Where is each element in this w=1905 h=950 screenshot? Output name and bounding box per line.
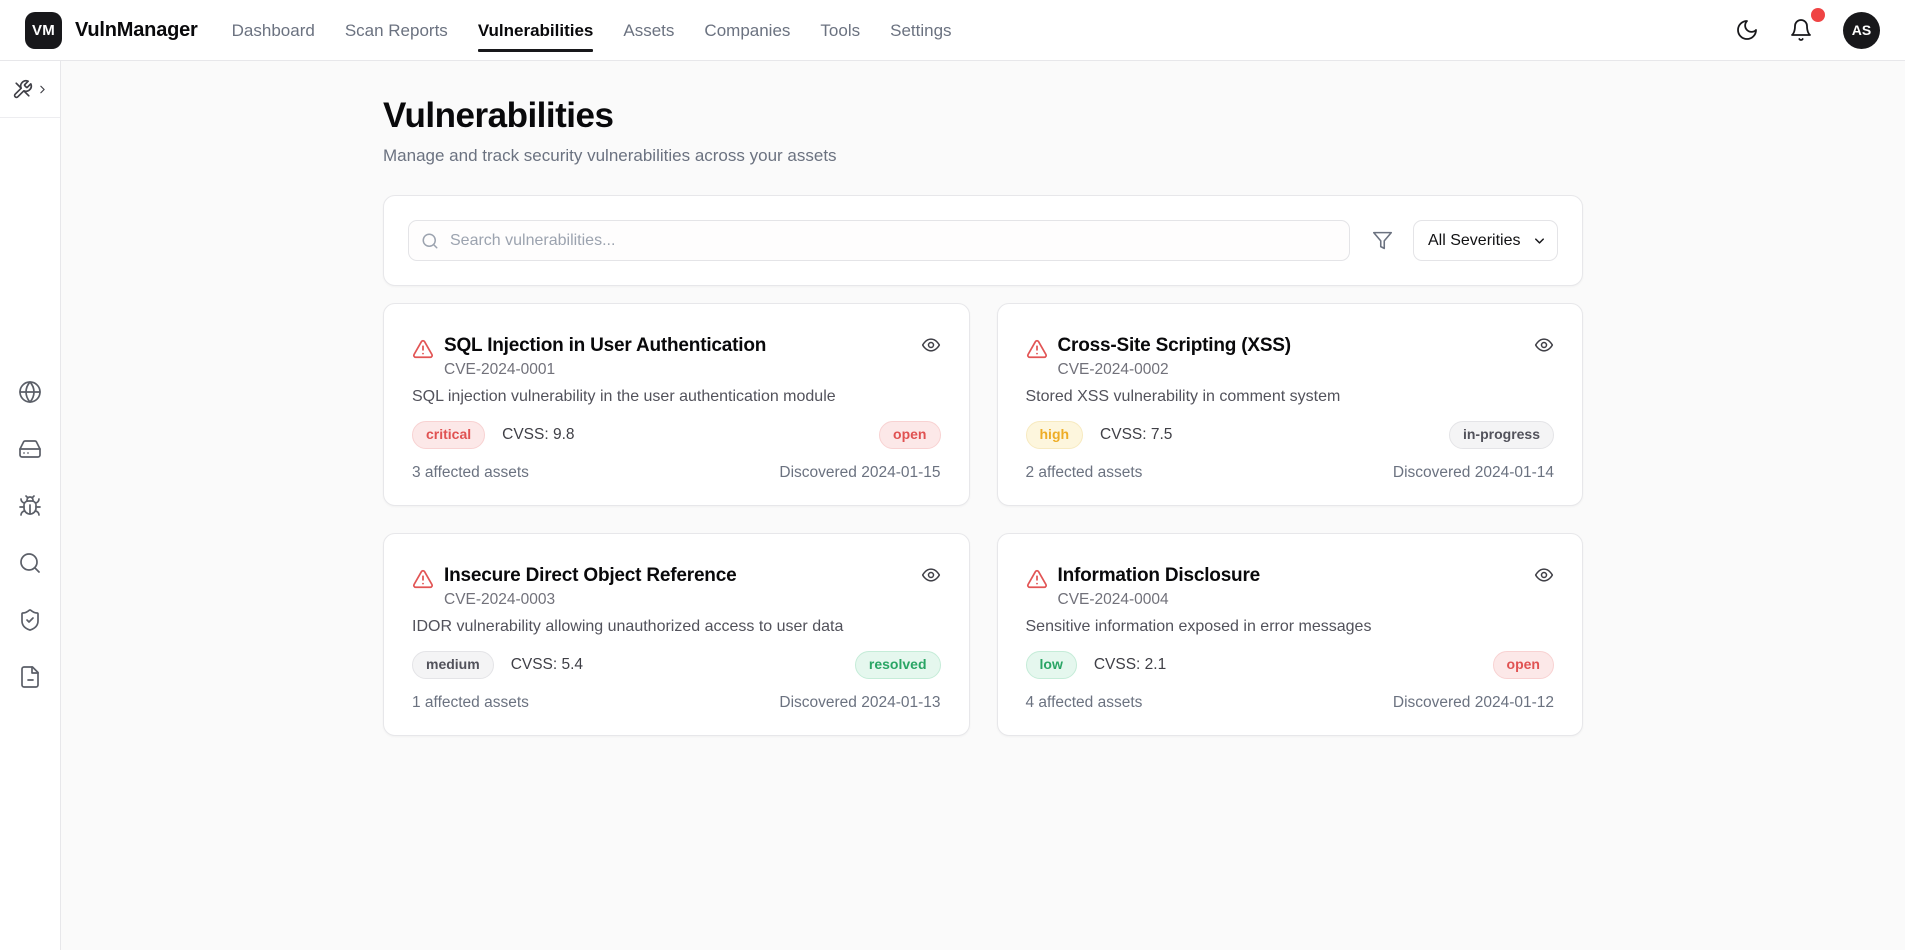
cve-id: CVE-2024-0004 — [1057, 591, 1169, 608]
alert-triangle-icon — [412, 338, 434, 360]
main-navigation: Dashboard Scan Reports Vulnerabilities A… — [232, 0, 952, 60]
cvss-score: CVSS: 7.5 — [1100, 426, 1173, 443]
cvss-score: CVSS: 2.1 — [1093, 656, 1167, 673]
vulnerability-description: IDOR vulnerability allowing unauthorized… — [412, 618, 844, 635]
notification-badge — [1811, 8, 1825, 22]
search-icon — [421, 232, 439, 250]
sidebar-tools-toggle[interactable] — [0, 61, 60, 118]
affected-assets: 3 affected assets — [412, 464, 529, 481]
eye-icon — [921, 335, 941, 355]
file-text-icon — [18, 665, 42, 689]
sidebar-item-reports[interactable] — [18, 665, 42, 689]
globe-icon — [18, 380, 42, 404]
sidebar-item-search[interactable] — [18, 551, 42, 575]
nav-tools[interactable]: Tools — [820, 0, 860, 61]
nav-settings[interactable]: Settings — [890, 0, 951, 61]
filter-bar: All Severities — [383, 195, 1583, 286]
page-subtitle: Manage and track security vulnerabilitie… — [383, 146, 837, 165]
affected-assets: 2 affected assets — [1025, 464, 1143, 481]
vulnerability-card: Information Disclosure CVE-2024-0004 Sen… — [996, 533, 1583, 736]
vulnerability-title: SQL Injection in User Authentication — [444, 335, 767, 356]
sidebar — [0, 61, 61, 950]
vulnerability-description: Stored XSS vulnerability in comment syst… — [1025, 388, 1341, 405]
filter-icon[interactable] — [1372, 230, 1393, 251]
hard-drive-icon — [18, 437, 42, 461]
view-details-button[interactable] — [1534, 335, 1554, 355]
sidebar-icon-group — [18, 380, 42, 689]
discovered-date: Discovered 2024-01-13 — [779, 694, 941, 711]
search-icon — [18, 551, 42, 575]
nav-assets[interactable]: Assets — [623, 0, 674, 61]
cve-id: CVE-2024-0003 — [444, 591, 556, 608]
alert-triangle-icon — [1026, 338, 1048, 360]
eye-icon — [1534, 335, 1554, 355]
discovered-date: Discovered 2024-01-15 — [779, 464, 941, 481]
view-details-button[interactable] — [921, 565, 941, 585]
bug-icon — [18, 494, 42, 518]
view-details-button[interactable] — [1534, 565, 1554, 585]
brand-name: VulnManager — [75, 18, 198, 41]
chevron-right-icon — [36, 83, 49, 96]
sidebar-item-assets[interactable] — [18, 437, 42, 461]
vulnerability-card: Insecure Direct Object Reference CVE-202… — [383, 533, 970, 736]
nav-scan-reports[interactable]: Scan Reports — [345, 0, 448, 61]
cvss-score: CVSS: 9.8 — [502, 426, 575, 443]
sidebar-item-network[interactable] — [18, 380, 42, 404]
status-badge: resolved — [854, 651, 941, 679]
discovered-date: Discovered 2024-01-14 — [1392, 464, 1554, 481]
search-input[interactable] — [408, 220, 1350, 261]
vulnerability-title: Cross-Site Scripting (XSS) — [1057, 335, 1292, 356]
vulnerability-grid: SQL Injection in User Authentication CVE… — [383, 303, 1583, 736]
severity-badge: low — [1025, 651, 1077, 679]
bell-icon — [1789, 18, 1815, 42]
vulnerability-card: Cross-Site Scripting (XSS) CVE-2024-0002… — [996, 303, 1583, 506]
vulnerability-title: Insecure Direct Object Reference — [444, 565, 737, 586]
vulnerability-description: SQL injection vulnerability in the user … — [412, 388, 836, 405]
brand-logo: VM — [25, 11, 62, 49]
nav-companies[interactable]: Companies — [704, 0, 790, 61]
affected-assets: 4 affected assets — [1025, 694, 1143, 711]
eye-icon — [921, 565, 941, 585]
brand[interactable]: VM VulnManager — [25, 11, 198, 49]
vulnerability-description: Sensitive information exposed in error m… — [1025, 618, 1372, 635]
affected-assets: 1 affected assets — [412, 694, 529, 711]
view-details-button[interactable] — [921, 335, 941, 355]
nav-vulnerabilities[interactable]: Vulnerabilities — [477, 0, 593, 61]
cve-id: CVE-2024-0001 — [444, 361, 556, 378]
severity-badge: critical — [412, 421, 486, 449]
search-field-wrap — [408, 220, 1350, 261]
sidebar-item-security[interactable] — [18, 608, 42, 632]
status-badge: open — [1492, 651, 1554, 679]
vulnerability-card: SQL Injection in User Authentication CVE… — [383, 303, 970, 506]
notifications-button[interactable] — [1789, 8, 1825, 43]
eye-icon — [1534, 565, 1554, 585]
status-badge: in-progress — [1448, 421, 1554, 449]
dark-mode-toggle[interactable] — [1735, 17, 1761, 43]
cvss-score: CVSS: 5.4 — [510, 656, 584, 673]
main-content: Vulnerabilities Manage and track securit… — [61, 61, 1905, 950]
page-title: Vulnerabilities — [383, 96, 614, 135]
status-badge: open — [879, 421, 941, 449]
cve-id: CVE-2024-0002 — [1057, 361, 1169, 378]
sidebar-item-vulnerabilities[interactable] — [18, 494, 42, 518]
discovered-date: Discovered 2024-01-12 — [1392, 694, 1554, 711]
avatar[interactable]: AS — [1843, 11, 1880, 49]
alert-triangle-icon — [1026, 568, 1048, 590]
vulnerability-title: Information Disclosure — [1057, 565, 1261, 586]
severity-badge: high — [1025, 421, 1084, 449]
shield-check-icon — [18, 608, 42, 632]
alert-triangle-icon — [412, 568, 434, 590]
severity-badge: medium — [412, 651, 494, 679]
nav-dashboard[interactable]: Dashboard — [232, 0, 315, 61]
topbar-actions: AS — [1735, 8, 1880, 49]
severity-select-wrap: All Severities — [1413, 220, 1558, 261]
severity-select[interactable]: All Severities — [1413, 220, 1558, 261]
tools-icon — [12, 79, 33, 100]
topbar: VM VulnManager Dashboard Scan Reports Vu… — [0, 0, 1905, 61]
moon-icon — [1735, 18, 1761, 42]
